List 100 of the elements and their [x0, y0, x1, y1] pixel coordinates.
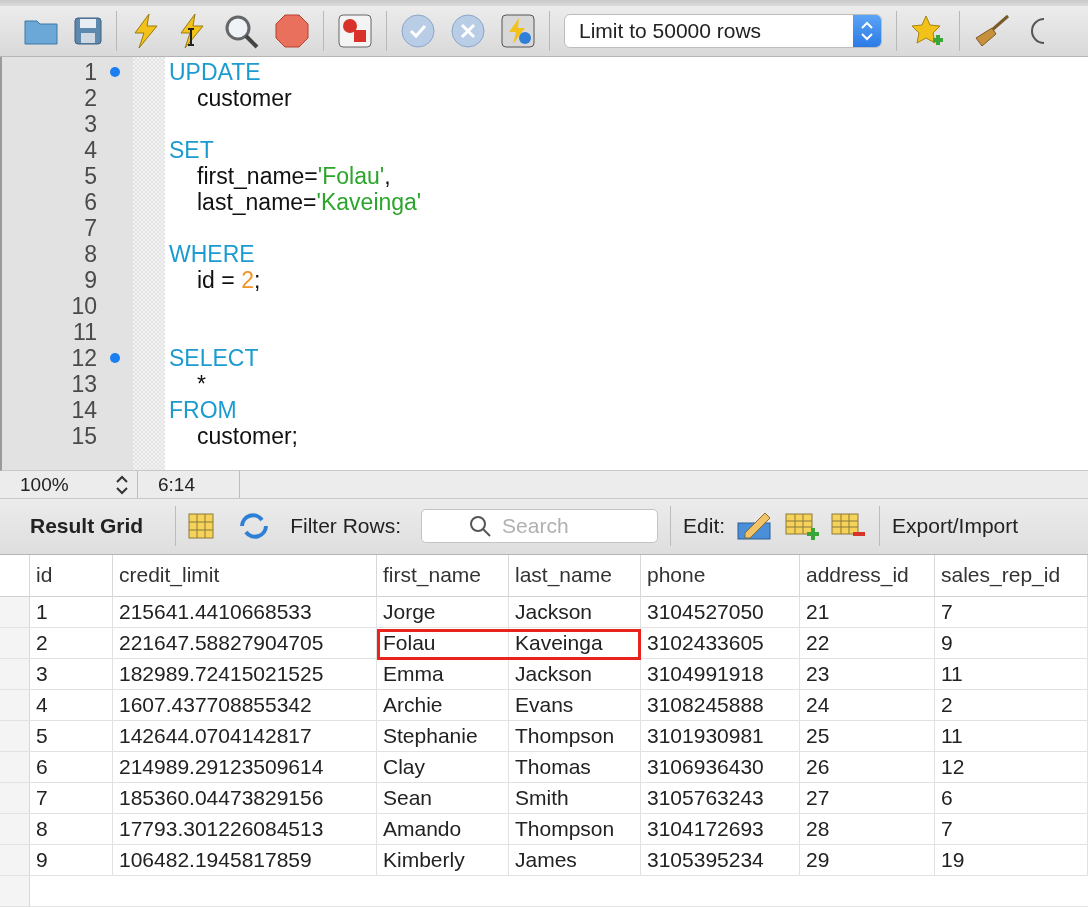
code-line: customer;	[197, 423, 298, 450]
table-cell: Stephanie	[377, 720, 509, 751]
table-cell: 7	[935, 596, 1088, 627]
code-line: *	[197, 371, 206, 398]
star-plus-icon[interactable]	[911, 14, 945, 48]
table-cell: Smith	[509, 782, 641, 813]
add-row-icon[interactable]	[785, 512, 822, 541]
table-cell: 9	[935, 627, 1088, 658]
table-cell: Thompson	[509, 813, 641, 844]
broom-icon[interactable]	[974, 14, 1010, 48]
table-cell: Clay	[377, 751, 509, 782]
row-header	[0, 554, 30, 597]
autocommit-icon[interactable]	[501, 14, 535, 48]
code-line: SELECT	[169, 345, 259, 372]
table-cell: 182989.72415021525	[113, 658, 377, 689]
table-cell: 7	[935, 813, 1088, 844]
table-cell: 21	[800, 596, 935, 627]
stop-hand-icon[interactable]	[275, 14, 309, 48]
table-cell: 6	[30, 751, 113, 782]
column-header[interactable]: credit_limit	[113, 554, 377, 597]
table-cell: 26	[800, 751, 935, 782]
cursor-position: 6:14	[158, 473, 195, 496]
stepper-icon[interactable]	[115, 473, 129, 496]
table-cell: 215641.4410668533	[113, 596, 377, 627]
line-number: 15	[70, 423, 97, 450]
table-cell: 12	[935, 751, 1088, 782]
column-header[interactable]: address_id	[800, 554, 935, 597]
table-cell: 221647.58827904705	[113, 627, 377, 658]
table-cell: 3106936430	[641, 751, 800, 782]
code-line: UPDATE	[169, 59, 261, 86]
lightning-cursor-icon[interactable]	[177, 13, 207, 49]
code-line: FROM	[169, 397, 237, 424]
table-cell: Evans	[509, 689, 641, 720]
table-cell: 3105395234	[641, 844, 800, 875]
table-cell: 2	[30, 627, 113, 658]
table-cell: Sean	[377, 782, 509, 813]
search-icon	[469, 515, 492, 538]
table-cell: Folau	[377, 627, 509, 658]
column-header[interactable]: id	[30, 554, 113, 597]
column-header[interactable]: phone	[641, 554, 800, 597]
table-cell: Archie	[377, 689, 509, 720]
table-cell: 3108245888	[641, 689, 800, 720]
line-number: 7	[83, 215, 97, 242]
table-cell: Thomas	[509, 751, 641, 782]
line-number: 8	[83, 241, 97, 268]
table-cell: 106482.1945817859	[113, 844, 377, 875]
table-cell: 5	[30, 720, 113, 751]
table-cell: 3104527050	[641, 596, 800, 627]
table-cell: 2	[935, 689, 1088, 720]
line-number: 14	[70, 397, 97, 424]
table-cell: Emma	[377, 658, 509, 689]
cancel-icon[interactable]	[451, 14, 485, 48]
table-cell: 29	[800, 844, 935, 875]
line-number: 4	[83, 137, 97, 164]
table-cell: Thompson	[509, 720, 641, 751]
table-cell: 19	[935, 844, 1088, 875]
table-cell: Jorge	[377, 596, 509, 627]
updown-arrow-icon	[860, 20, 874, 42]
line-number: 13	[70, 371, 97, 398]
search-field[interactable]: Search	[421, 509, 659, 544]
export-import-label: Export/Import	[892, 514, 1019, 539]
table-cell: Jackson	[509, 658, 641, 689]
table-cell: Kimberly	[377, 844, 509, 875]
table-cell: 25	[800, 720, 935, 751]
zoom-level[interactable]: 100%	[20, 473, 69, 496]
pencil-icon[interactable]	[737, 511, 774, 542]
magnifier-icon[interactable]	[223, 13, 259, 49]
refresh-icon[interactable]	[238, 512, 271, 541]
column-header[interactable]: last_name	[509, 554, 641, 597]
code-line: id = 2;	[197, 267, 261, 294]
stop-error-icon[interactable]	[338, 14, 372, 48]
line-number: 2	[83, 85, 97, 112]
check-icon[interactable]	[401, 14, 435, 48]
table-cell: Amando	[377, 813, 509, 844]
folder-icon[interactable]	[24, 17, 58, 45]
line-number: 6	[83, 189, 97, 216]
table-cell: 3	[30, 658, 113, 689]
table-cell: 11	[935, 658, 1088, 689]
code-line: WHERE	[169, 241, 255, 268]
row-limit-select[interactable]: Limit to 50000 rows	[564, 14, 882, 48]
table-cell: 4	[30, 689, 113, 720]
line-number: 11	[72, 319, 97, 346]
filter-rows-label: Filter Rows:	[290, 514, 402, 539]
table-cell: 1607.437708855342	[113, 689, 377, 720]
column-header[interactable]: sales_rep_id	[935, 554, 1088, 597]
code-line: last_name='Kaveinga'	[197, 189, 422, 216]
columns-icon[interactable]	[188, 513, 215, 540]
code-line: customer	[197, 85, 292, 112]
lightning-icon[interactable]	[131, 13, 161, 49]
line-number: 1	[83, 59, 97, 86]
table-cell: James	[509, 844, 641, 875]
table-cell: 6	[935, 782, 1088, 813]
table-cell: 9	[30, 844, 113, 875]
code-line: first_name='Folau',	[197, 163, 391, 190]
table-cell: 3104172693	[641, 813, 800, 844]
table-cell: 3102433605	[641, 627, 800, 658]
line-number: 9	[83, 267, 97, 294]
column-header[interactable]: first_name	[377, 554, 509, 597]
result-grid-title: Result Grid	[29, 514, 145, 539]
save-icon[interactable]	[74, 17, 102, 45]
